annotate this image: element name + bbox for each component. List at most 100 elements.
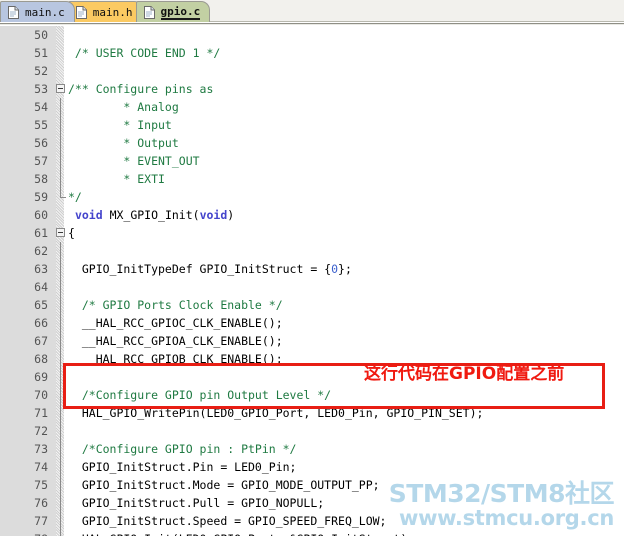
editor-tab-main-c[interactable]: main.c (0, 1, 75, 22)
code-line[interactable]: 66 __HAL_RCC_GPIOC_CLK_ENABLE(); (0, 314, 624, 332)
code-line-text: HAL_GPIO_WritePin(LED0_GPIO_Port, LED0_P… (68, 406, 484, 420)
document-icon (8, 5, 19, 19)
fold-guide-line (60, 116, 61, 134)
code-line-text: GPIO_InitStruct.Speed = GPIO_SPEED_FREQ_… (68, 514, 387, 528)
fold-guide-line (60, 98, 61, 116)
line-number: 67 (34, 334, 48, 348)
code-lines[interactable]: 50 51 /* USER CODE END 1 */ 52 53 /** Config… (0, 26, 624, 536)
editor-tab-gpio-c[interactable]: gpio.c (135, 1, 211, 22)
line-number: 77 (34, 514, 48, 528)
line-number: 54 (34, 100, 48, 114)
code-line[interactable]: 54 * Analog (0, 98, 624, 116)
code-line[interactable]: 67 __HAL_RCC_GPIOA_CLK_ENABLE(); (0, 332, 624, 350)
code-line[interactable]: 51 /* USER CODE END 1 */ (0, 44, 624, 62)
line-number: 50 (34, 28, 48, 42)
line-number: 59 (34, 190, 48, 204)
code-line[interactable]: 71 HAL_GPIO_WritePin(LED0_GPIO_Port, LED… (0, 404, 624, 422)
fold-guide-line (60, 242, 61, 260)
code-line-text: GPIO_InitStruct.Pull = GPIO_NOPULL; (68, 496, 325, 510)
code-line-text: HAL_GPIO_Init(LED0_GPIO_Port, &GPIO_Init… (68, 530, 414, 536)
line-number: 60 (34, 208, 48, 222)
code-line[interactable]: 50 (0, 26, 624, 44)
line-number: 76 (34, 496, 48, 510)
fold-guide-line (60, 512, 61, 530)
code-line[interactable]: 55 * Input (0, 116, 624, 134)
code-line[interactable]: 65 /* GPIO Ports Clock Enable */ (0, 296, 624, 314)
code-line-text: void MX_GPIO_Init(void) (74, 208, 235, 222)
editor-tab-label: gpio.c (160, 4, 201, 20)
fold-guide-line (60, 422, 61, 440)
line-number: 56 (34, 136, 48, 150)
editor-tab-label: main.h (92, 5, 133, 19)
code-line[interactable]: 58 * EXTI (0, 170, 624, 188)
line-number: 57 (34, 154, 48, 168)
fold-collapse-icon[interactable] (56, 228, 65, 237)
line-number: 68 (34, 352, 48, 366)
code-line[interactable]: 74 GPIO_InitStruct.Pin = LED0_Pin; (0, 458, 624, 476)
line-number: 75 (34, 478, 48, 492)
code-line[interactable]: 78 HAL_GPIO_Init(LED0_GPIO_Port, &GPIO_I… (0, 530, 624, 536)
fold-collapse-icon[interactable] (56, 84, 65, 93)
code-line-text: /* USER CODE END 1 */ (68, 46, 221, 60)
code-line[interactable]: 77 GPIO_InitStruct.Speed = GPIO_SPEED_FR… (0, 512, 624, 530)
fold-guide-line (60, 296, 61, 314)
fold-guide-line (60, 494, 61, 512)
fold-guide-line (60, 404, 61, 422)
code-line[interactable]: 60 void MX_GPIO_Init(void) (0, 206, 624, 224)
document-icon (143, 5, 155, 19)
annotation-red-text: 这行代码在GPIO配置之前 (364, 364, 565, 384)
code-line-text: __HAL_RCC_GPIOA_CLK_ENABLE(); (68, 334, 283, 348)
fold-guide-line (60, 332, 61, 350)
code-line-text: */ (68, 190, 82, 204)
code-line[interactable]: 72 (0, 422, 624, 440)
line-number: 55 (34, 118, 48, 132)
fold-guide-line (60, 134, 61, 152)
code-line-text: /*Configure GPIO pin Output Level */ (68, 388, 332, 402)
code-line-text: /** Configure pins as (68, 82, 214, 96)
code-line[interactable]: 59 */ (0, 188, 624, 206)
line-number: 52 (34, 64, 48, 78)
code-line-text: __HAL_RCC_GPIOB_CLK_ENABLE(); (68, 352, 283, 366)
code-line[interactable]: 75 GPIO_InitStruct.Mode = GPIO_MODE_OUTP… (0, 476, 624, 494)
line-number: 78 (0, 530, 48, 536)
code-line-text: * Output (68, 136, 179, 150)
fold-guide-line (60, 314, 61, 332)
code-line-text: __HAL_RCC_GPIOC_CLK_ENABLE(); (68, 316, 283, 330)
line-number: 66 (34, 316, 48, 330)
code-line[interactable]: 64 (0, 278, 624, 296)
code-line[interactable]: 70 /*Configure GPIO pin Output Level */ (0, 386, 624, 404)
fold-guide-line (60, 476, 61, 494)
line-number: 74 (34, 460, 48, 474)
line-number: 72 (34, 424, 48, 438)
document-icon (75, 5, 87, 19)
code-line[interactable]: 61 { (0, 224, 624, 242)
fold-end-bracket-icon (60, 188, 66, 198)
line-number: 58 (34, 172, 48, 186)
line-number: 69 (34, 370, 48, 384)
code-line-text: * EVENT_OUT (68, 154, 200, 168)
code-line[interactable]: 62 (0, 242, 624, 260)
line-number: 65 (34, 298, 48, 312)
line-number: 61 (34, 226, 48, 240)
editor-window: main.c main.h gpio.c 50 51 /* USER CODE END… (0, 0, 624, 536)
code-line-text: GPIO_InitTypeDef GPIO_InitStruct = {0}; (68, 262, 352, 276)
code-editor-area[interactable]: 50 51 /* USER CODE END 1 */ 52 53 /** Config… (0, 26, 624, 536)
fold-guide-line (60, 260, 61, 278)
editor-tab-main-h[interactable]: main.h (67, 1, 143, 22)
code-line[interactable]: 63 GPIO_InitTypeDef GPIO_InitStruct = {0… (0, 260, 624, 278)
fold-guide-line (60, 530, 61, 536)
code-line-text: * EXTI (68, 172, 165, 186)
code-line[interactable]: 56 * Output (0, 134, 624, 152)
code-line[interactable]: 76 GPIO_InitStruct.Pull = GPIO_NOPULL; (0, 494, 624, 512)
code-line[interactable]: 53 /** Configure pins as (0, 80, 624, 98)
code-line-text: /* GPIO Ports Clock Enable */ (68, 298, 283, 312)
code-line[interactable]: 57 * EVENT_OUT (0, 152, 624, 170)
fold-guide-line (60, 458, 61, 476)
code-line[interactable]: 52 (0, 62, 624, 80)
line-number: 73 (34, 442, 48, 456)
code-line[interactable]: 73 /*Configure GPIO pin : PtPin */ (0, 440, 624, 458)
line-number: 64 (34, 280, 48, 294)
editor-tab-label: main.c (25, 5, 65, 19)
code-line-text: { (68, 226, 75, 240)
code-line-text: /*Configure GPIO pin : PtPin */ (68, 442, 297, 456)
